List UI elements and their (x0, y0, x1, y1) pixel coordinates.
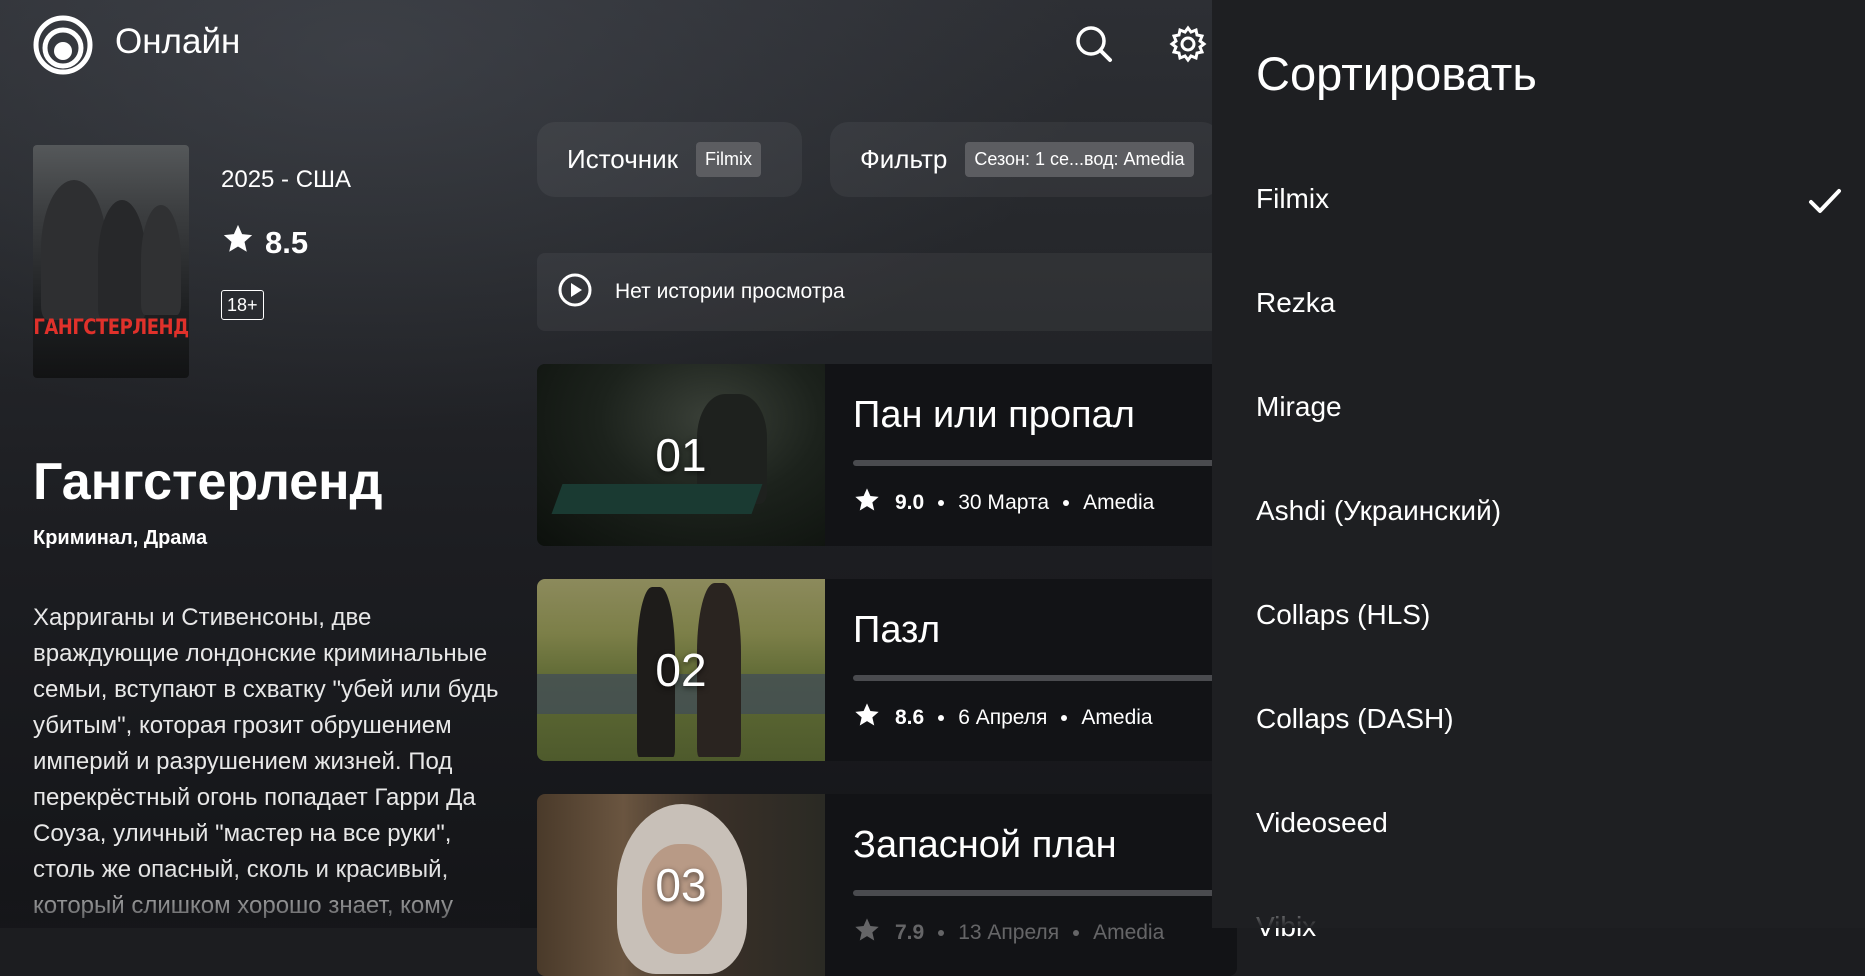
episode-date: 6 Апреля (958, 706, 1048, 729)
rating-value: 8.5 (265, 225, 309, 260)
star-icon (853, 486, 881, 520)
filter-label: Фильтр (860, 144, 948, 174)
history-text: Нет истории просмотра (615, 280, 845, 303)
star-icon (853, 916, 881, 950)
app-title: Онлайн (115, 22, 241, 61)
sort-option-rezka[interactable]: Rezka (1256, 287, 1826, 319)
sort-option-collaps-dash[interactable]: Collaps (DASH) (1256, 703, 1826, 735)
episode-card-1[interactable]: 01 Пан или пропал 9.0 30 Марта Amedia (537, 364, 1237, 546)
episode-voice: Amedia (1093, 921, 1165, 944)
episode-date: 13 Апреля (958, 921, 1060, 944)
episode-title: Пан или пропал (853, 394, 1135, 436)
episode-title: Запасной план (853, 824, 1117, 866)
sort-option-collaps-hls[interactable]: Collaps (HLS) (1256, 599, 1826, 631)
episode-voice: Amedia (1081, 706, 1153, 729)
movie-genres: Криминал, Драма (33, 527, 208, 549)
sort-option-mirage[interactable]: Mirage (1256, 391, 1826, 423)
separator-dot (1073, 930, 1080, 936)
poster-title: ГАНГСТЕРЛЕНД (33, 314, 189, 341)
episode-card-2[interactable]: 02 Пазл 8.6 6 Апреля Amedia (537, 579, 1237, 761)
separator-dot (938, 930, 945, 936)
episode-score: 7.9 (895, 921, 925, 944)
filter-button[interactable]: Фильтр Сезон: 1 се...вод: Amedia (830, 122, 1220, 197)
play-circle-icon (557, 272, 593, 313)
sort-panel: Сортировать Filmix Rezka Mirage Ashdi (У… (1212, 0, 1865, 942)
episode-score: 8.6 (895, 706, 925, 729)
episode-title: Пазл (853, 609, 941, 651)
star-icon (853, 701, 881, 735)
panel-title: Сортировать (1256, 47, 1537, 100)
star-icon (221, 222, 255, 264)
episode-progress (853, 675, 1237, 681)
search-icon[interactable] (1072, 22, 1116, 66)
episode-card-3[interactable]: 03 Запасной план 7.9 13 Апреля Amedia (537, 794, 1237, 976)
episode-meta: 8.6 6 Апреля Amedia (853, 701, 1153, 735)
episode-meta: 9.0 30 Марта Amedia (853, 486, 1154, 520)
sort-option-ashdi[interactable]: Ashdi (Украинский) (1256, 495, 1826, 527)
source-button[interactable]: Источник Filmix (537, 122, 802, 197)
episode-number: 03 (655, 859, 707, 911)
episode-number: 01 (655, 429, 707, 481)
separator-dot (1061, 715, 1068, 721)
sort-option-videoseed[interactable]: Videoseed (1256, 807, 1826, 839)
age-badge: 18+ (221, 290, 264, 320)
separator-dot (1063, 500, 1070, 506)
watch-history[interactable]: Нет истории просмотра (537, 253, 1237, 331)
episode-score: 9.0 (895, 491, 925, 514)
source-label: Источник (567, 144, 678, 174)
separator-dot (938, 715, 945, 721)
episode-voice: Amedia (1083, 491, 1155, 514)
episode-progress (853, 890, 1237, 896)
source-badge: Filmix (696, 142, 761, 177)
rating: 8.5 (221, 222, 308, 264)
gear-icon[interactable] (1166, 22, 1210, 66)
poster: ГАНГСТЕРЛЕНД (33, 145, 189, 378)
year-country: 2025 - США (221, 166, 352, 193)
sort-option-filmix[interactable]: Filmix (1256, 183, 1826, 215)
logo-rings-icon[interactable] (33, 15, 93, 75)
filter-badge: Сезон: 1 се...вод: Amedia (965, 142, 1194, 177)
episode-number: 02 (655, 644, 707, 696)
episode-progress (853, 460, 1237, 466)
movie-title: Гангстерленд (33, 453, 383, 511)
episode-meta: 7.9 13 Апреля Amedia (853, 916, 1164, 950)
description-fade (0, 870, 520, 928)
panel-fade (1212, 888, 1865, 928)
episode-date: 30 Марта (958, 491, 1050, 514)
checkmark-icon (1807, 183, 1843, 224)
separator-dot (938, 500, 945, 506)
